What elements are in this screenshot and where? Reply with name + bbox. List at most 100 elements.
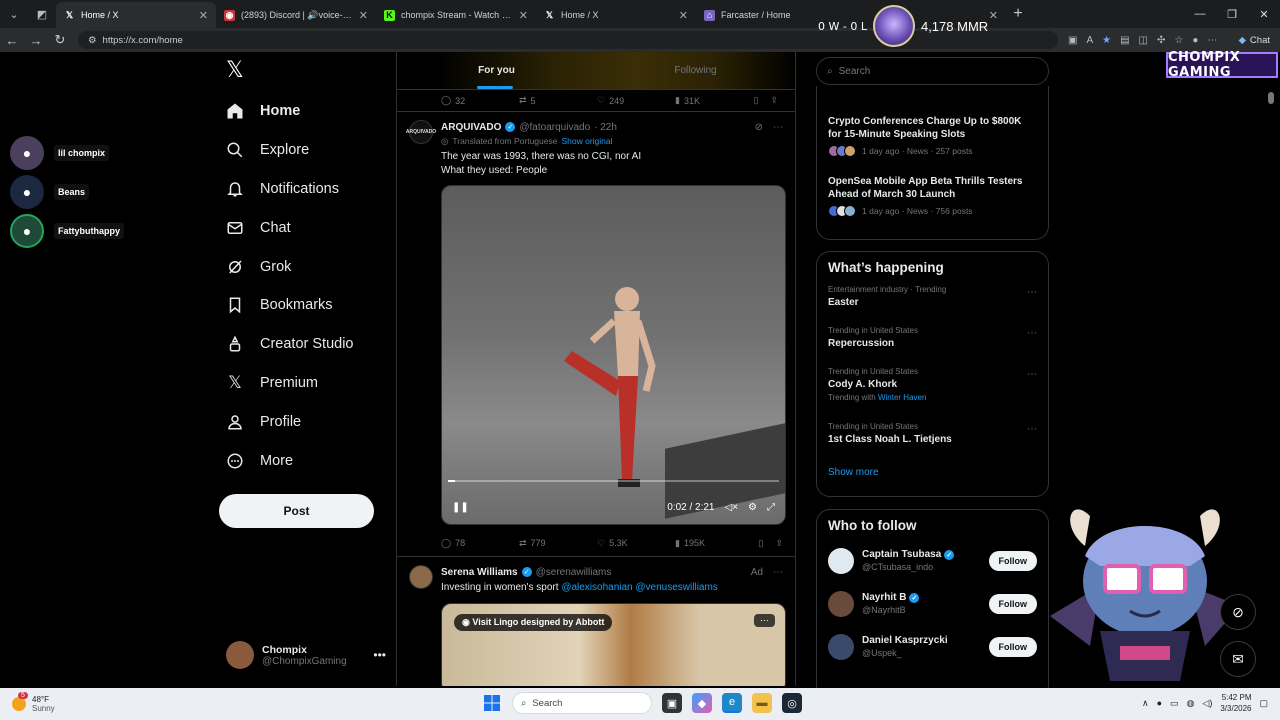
edge-icon[interactable]: e [722, 693, 742, 713]
avatar[interactable] [409, 565, 433, 589]
chevron-up-icon[interactable]: ∧ [1142, 698, 1149, 709]
tab-list-icon[interactable]: ⌄ [0, 0, 28, 28]
close-window-icon[interactable]: ✕ [1248, 0, 1280, 28]
tab-kick[interactable]: K chompix Stream - Watch Live on K ✕ [376, 2, 536, 28]
repost-button[interactable]: ⇄ 5 [519, 95, 597, 106]
fullscreen-icon[interactable]: ⤢ [767, 502, 775, 513]
close-tab-icon[interactable]: ✕ [519, 9, 528, 22]
reply-button[interactable]: ◯ 32 [441, 95, 519, 106]
ad-cta-button[interactable]: ◉ Visit Lingo designed by Abbott [454, 613, 613, 631]
trend-item[interactable]: Entertainment industry · Trending Easter… [817, 281, 1048, 322]
tray-app-icon[interactable]: ● [1157, 698, 1162, 708]
tab-for-you[interactable]: For you [397, 52, 596, 89]
more-icon[interactable]: ⋯ [1027, 369, 1037, 380]
nav-home[interactable]: Home [224, 92, 354, 131]
video-progress-bar[interactable] [448, 480, 779, 482]
messages-floating-button[interactable]: ✉ [1220, 641, 1256, 677]
bookmark-icon[interactable]: ▯ [759, 538, 764, 549]
bookmark-icon[interactable]: ▯ [754, 95, 759, 106]
install-icon[interactable]: ▣ [1068, 35, 1077, 46]
more-icon[interactable]: ⋯ [1027, 287, 1037, 298]
more-icon[interactable]: ⋯ [1027, 424, 1037, 435]
mention-link[interactable]: @venuseswilliams [635, 582, 717, 593]
author-name[interactable]: Serena Williams [441, 567, 518, 578]
favorite-star-icon[interactable]: ★ [1102, 35, 1111, 46]
nav-notifications[interactable]: Notifications [224, 170, 354, 209]
tab-home-x-2[interactable]: 𝕏 Home / X ✕ [536, 2, 696, 28]
nav-bookmarks[interactable]: Bookmarks [224, 286, 354, 325]
search-input[interactable]: ⌕ Search [816, 57, 1049, 85]
volume-icon[interactable]: ◁) [1202, 698, 1212, 709]
puzzle-icon[interactable]: ✣ [1157, 35, 1165, 46]
nav-chat[interactable]: Chat [224, 208, 354, 247]
like-button[interactable]: ♡ 249 [597, 95, 675, 106]
read-aloud-icon[interactable]: A [1086, 35, 1093, 46]
more-icon[interactable]: ⋯ [1027, 328, 1037, 339]
reply-button[interactable]: ◯ 78 [441, 538, 519, 549]
extension-icon[interactable]: ◫ [1139, 35, 1148, 46]
windows-start-icon[interactable] [482, 693, 502, 713]
tab-discord[interactable]: ◉ (2893) Discord | 🔊voice-lilnoune ✕ [216, 2, 376, 28]
more-icon[interactable]: ⋯ [1207, 35, 1217, 46]
weather-widget[interactable]: 5 48°F Sunny [12, 692, 132, 713]
trend-item[interactable]: Trending in United States Cody A. Khork … [817, 363, 1048, 418]
share-icon[interactable]: ⇪ [775, 538, 783, 549]
pause-icon[interactable]: ❚❚ [452, 502, 469, 513]
file-explorer-icon[interactable]: ▬ [752, 693, 772, 713]
display-icon[interactable]: ▭ [1170, 698, 1179, 709]
clock[interactable]: 5:42 PM 3/3/2026 [1220, 692, 1251, 714]
show-original-link[interactable]: Show original [561, 136, 612, 148]
task-view-icon[interactable]: ▣ [662, 693, 682, 713]
mute-icon[interactable]: ◁× [725, 502, 739, 513]
ad-media[interactable]: ◉ Visit Lingo designed by Abbott ⋯ [441, 602, 786, 686]
tweet-time[interactable]: · 22h [594, 122, 617, 133]
like-button[interactable]: ♡ 5.3K [597, 538, 675, 549]
author-handle[interactable]: @fatoarquivado [519, 122, 590, 133]
news-item[interactable]: Crypto Conferences Charge Up to $800K fo… [817, 86, 1048, 157]
grok-floating-button[interactable]: ⊘ [1220, 594, 1256, 630]
trend-item[interactable]: Trending in United States 1st Class Noah… [817, 418, 1048, 459]
tab-home-x[interactable]: 𝕏 Home / X ✕ [56, 2, 216, 28]
repost-button[interactable]: ⇄ 779 [519, 538, 597, 549]
follow-suggestion[interactable]: Nayrhit B ✓ @NayrhitB Follow [817, 582, 1048, 625]
x-logo-icon[interactable]: 𝕏 [226, 60, 248, 82]
minimize-icon[interactable]: — [1184, 0, 1216, 28]
more-icon[interactable]: ••• [373, 648, 386, 662]
close-tab-icon[interactable]: ✕ [199, 9, 208, 22]
follow-suggestion[interactable]: Captain Tsubasa ✓ @CTsubasa_indo Follow [817, 539, 1048, 582]
trend-item[interactable]: Trending in United States Repercussion ⋯ [817, 322, 1048, 363]
favorites-icon[interactable]: ☆ [1174, 35, 1183, 46]
reload-icon[interactable]: ↻ [48, 28, 72, 52]
close-tab-icon[interactable]: ✕ [359, 9, 368, 22]
tweet[interactable]: ARQUIVADO ARQUIVADO ✓ @fatoarquivado · 2… [397, 112, 795, 557]
extension-icon[interactable]: ▤ [1120, 35, 1129, 46]
views-button[interactable]: ▮ 195K [675, 538, 753, 549]
close-tab-icon[interactable]: ✕ [679, 9, 688, 22]
nav-grok[interactable]: Grok [224, 247, 354, 286]
more-icon[interactable]: ⋯ [773, 567, 783, 578]
author-name[interactable]: ARQUIVADO [441, 122, 501, 133]
follow-suggestion[interactable]: Daniel Kasprzycki @Uspek_ Follow [817, 625, 1048, 668]
more-icon[interactable]: ⋯ [754, 613, 775, 627]
nav-profile[interactable]: Profile [224, 402, 354, 441]
grok-icon[interactable]: ⊘ [755, 122, 763, 133]
copilot-app-icon[interactable]: ◆ [692, 693, 712, 713]
settings-icon[interactable]: ⚙ [748, 502, 757, 513]
mention-link[interactable]: @alexisohanian [561, 582, 632, 593]
share-icon[interactable]: ⇪ [770, 95, 778, 106]
views-button[interactable]: ▮ 31K [675, 95, 753, 106]
forward-icon[interactable]: → [24, 28, 48, 52]
steam-icon[interactable]: ◎ [782, 693, 802, 713]
site-info-icon[interactable]: ⚙ [88, 35, 97, 46]
network-icon[interactable]: ◍ [1187, 698, 1195, 709]
video-player[interactable]: ❚❚ 0:02 / 2:21 ◁× ⚙ ⤢ [441, 185, 786, 525]
account-switcher[interactable]: Chompix @ChompixGaming ••• [226, 640, 386, 670]
copilot-chat-button[interactable]: ◆ Chat [1239, 35, 1270, 46]
nav-premium[interactable]: 𝕏 Premium [224, 364, 354, 403]
more-icon[interactable]: ⋯ [773, 122, 783, 133]
trending-with-link[interactable]: Winter Haven [878, 393, 926, 402]
nav-explore[interactable]: Explore [224, 131, 354, 170]
tab-following[interactable]: Following [596, 52, 795, 89]
post-button[interactable]: Post [219, 494, 374, 528]
workspace-icon[interactable]: ◩ [28, 0, 56, 28]
